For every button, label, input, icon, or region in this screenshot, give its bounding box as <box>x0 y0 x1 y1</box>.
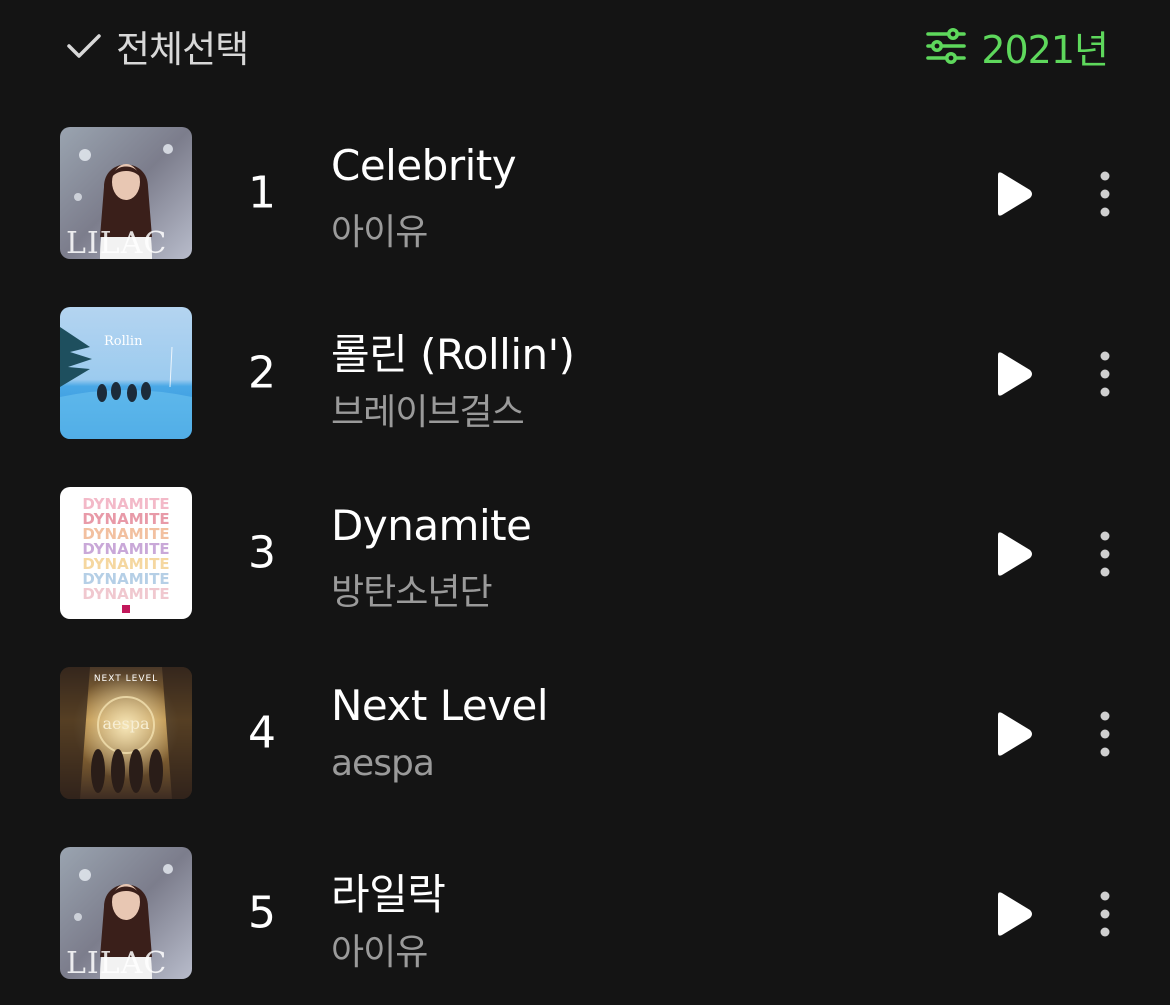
track-title: 롤린 (Rollin') <box>331 330 575 379</box>
track-artist[interactable]: aespa <box>331 743 435 784</box>
more-vertical-icon <box>1100 891 1110 937</box>
track-artist[interactable]: 브레이브걸스 <box>331 383 525 435</box>
track-title: Next Level <box>331 681 549 730</box>
more-options-button[interactable] <box>1086 887 1124 941</box>
svg-text:NEXT LEVEL: NEXT LEVEL <box>94 674 158 684</box>
svg-text:aespa: aespa <box>103 714 150 733</box>
play-button[interactable] <box>990 349 1036 399</box>
more-vertical-icon <box>1100 711 1110 757</box>
more-options-button[interactable] <box>1086 167 1124 221</box>
track-artist[interactable]: 방탄소년단 <box>331 563 493 615</box>
year-filter-button[interactable]: 2021년 <box>925 20 1109 72</box>
play-icon <box>998 352 1032 396</box>
track-title: Dynamite <box>331 501 532 550</box>
svg-text:Rollin: Rollin <box>104 334 143 349</box>
track-row[interactable]: Rollin 2 롤린 (Rollin') 브레이브걸스 <box>0 285 1170 465</box>
track-row[interactable]: LILAC 1 Celebrity 아이유 <box>0 105 1170 285</box>
track-title: 라일락 <box>331 870 446 919</box>
track-rank: 4 <box>248 707 276 759</box>
list-header: 전체선택 2021년 <box>0 0 1170 95</box>
svg-text:LILAC: LILAC <box>66 946 167 979</box>
more-vertical-icon <box>1100 171 1110 217</box>
year-filter-label: 2021년 <box>981 27 1109 72</box>
play-icon <box>998 892 1032 936</box>
track-rank: 1 <box>248 167 276 219</box>
more-options-button[interactable] <box>1086 347 1124 401</box>
more-vertical-icon <box>1100 531 1110 577</box>
play-button[interactable] <box>990 889 1036 939</box>
check-icon <box>67 34 101 58</box>
track-artist[interactable]: 아이유 <box>331 923 428 975</box>
play-button[interactable] <box>990 709 1036 759</box>
more-options-button[interactable] <box>1086 527 1124 581</box>
track-row[interactable]: LILAC 5 라일락 아이유 <box>0 825 1170 1005</box>
rollin-album-cover[interactable]: Rollin <box>60 307 192 439</box>
select-all-button[interactable]: 전체선택 <box>66 20 249 72</box>
play-button[interactable] <box>990 529 1036 579</box>
track-rank: 2 <box>248 347 276 399</box>
track-rank: 5 <box>248 887 276 939</box>
more-options-button[interactable] <box>1086 707 1124 761</box>
play-icon <box>998 532 1032 576</box>
track-rank: 3 <box>248 527 276 579</box>
play-button[interactable] <box>990 169 1036 219</box>
dynamite-album-cover[interactable]: DYNAMITE DYNAMITE DYNAMITE DYNAMITE DYNA… <box>60 487 192 619</box>
play-icon <box>998 172 1032 216</box>
lilac-album-cover[interactable]: LILAC <box>60 127 192 259</box>
sliders-icon <box>926 28 967 64</box>
select-all-label: 전체선택 <box>116 28 249 71</box>
next-level-album-cover[interactable]: NEXT LEVEL aespa <box>60 667 192 799</box>
svg-text:LILAC: LILAC <box>66 226 167 259</box>
svg-text:DYNAMITE: DYNAMITE <box>82 585 169 603</box>
more-vertical-icon <box>1100 351 1110 397</box>
lilac-album-cover[interactable]: LILAC <box>60 847 192 979</box>
play-icon <box>998 712 1032 756</box>
chart-track-list: LILAC 1 Celebrity 아이유 Rollin 2 롤린 (Rolli… <box>0 105 1170 1005</box>
track-row[interactable]: NEXT LEVEL aespa 4 Next Level aespa <box>0 645 1170 825</box>
track-artist[interactable]: 아이유 <box>331 203 428 255</box>
track-title: Celebrity <box>331 141 517 190</box>
track-row[interactable]: DYNAMITE DYNAMITE DYNAMITE DYNAMITE DYNA… <box>0 465 1170 645</box>
